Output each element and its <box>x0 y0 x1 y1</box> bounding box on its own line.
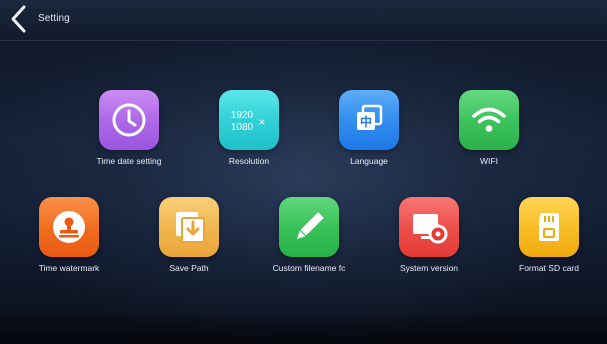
system-version-button[interactable] <box>399 197 459 257</box>
language-icon: 中 <box>357 104 383 130</box>
format-sd-card-label: Format SD card <box>519 263 579 273</box>
resolution-label: Resolution <box>228 156 270 166</box>
language-label: Language <box>350 156 388 166</box>
save-path-button[interactable] <box>159 197 219 257</box>
time-date-setting-button[interactable] <box>99 90 159 150</box>
time-date-setting-label: Time date setting <box>96 156 162 166</box>
settings-screen: Setting Time date setting 1920 1080 × Re… <box>0 0 607 344</box>
resolution-icon-bottom-text: 1080 <box>231 122 254 133</box>
custom-filename-label: Custom filename fc <box>272 263 346 273</box>
time-watermark-button[interactable] <box>39 197 99 257</box>
wifi-tile[interactable]: WIFI <box>431 90 547 180</box>
clock-icon <box>112 103 146 137</box>
top-bar: Setting <box>0 0 607 41</box>
back-button[interactable] <box>6 4 32 34</box>
wifi-label: WIFI <box>480 156 498 166</box>
format-sd-card-button[interactable] <box>519 197 579 257</box>
custom-filename-tile[interactable]: Custom filename fc <box>251 197 367 287</box>
system-version-icon <box>413 214 448 244</box>
time-date-setting-tile[interactable]: Time date setting <box>71 90 187 180</box>
save-path-tile[interactable]: Save Path <box>131 197 247 287</box>
language-tile[interactable]: 中 Language <box>311 90 427 180</box>
time-watermark-tile[interactable]: Time watermark <box>11 197 127 287</box>
system-version-tile[interactable]: System version <box>371 197 487 287</box>
chevron-left-icon <box>11 5 26 33</box>
save-path-label: Save Path <box>169 263 209 273</box>
time-watermark-label: Time watermark <box>38 263 100 273</box>
resolution-button[interactable]: 1920 1080 × <box>219 90 279 150</box>
page-title: Setting <box>38 13 70 24</box>
wifi-icon <box>472 107 506 132</box>
language-button[interactable]: 中 <box>339 90 399 150</box>
format-sd-card-tile[interactable]: Format SD card <box>491 197 607 287</box>
sd-card-icon <box>539 213 559 241</box>
resolution-icon-top-text: 1920 <box>231 110 254 121</box>
wifi-button[interactable] <box>459 90 519 150</box>
stamp-icon <box>53 211 85 243</box>
pencil-icon <box>296 212 324 240</box>
resolution-tile[interactable]: 1920 1080 × Resolution <box>191 90 307 180</box>
language-icon-glyph: 中 <box>360 114 372 129</box>
system-version-label: System version <box>399 263 459 273</box>
save-path-icon <box>176 212 205 243</box>
resolution-icon-mark: × <box>258 115 265 129</box>
resolution-icon: 1920 1080 × <box>231 110 266 133</box>
custom-filename-button[interactable] <box>279 197 339 257</box>
